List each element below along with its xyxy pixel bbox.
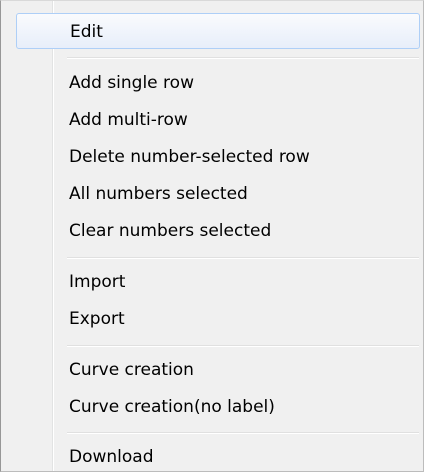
menu-item-label: Curve creation [69, 360, 194, 380]
menu-item-label: Edit [70, 22, 103, 42]
menu-item-label: Import [69, 272, 126, 292]
menu-item-label: Clear numbers selected [69, 221, 272, 241]
menu-item-label: Curve creation(no label) [69, 397, 275, 417]
context-menu: Edit Add single row Add multi-row Delete… [0, 0, 424, 472]
menu-separator [67, 57, 419, 59]
menu-item-edit[interactable]: Edit [16, 13, 420, 49]
menu-item-label: Export [69, 309, 125, 329]
menu-item-label: Delete number-selected row [69, 147, 310, 167]
menu-item-clear-numbers-selected[interactable]: Clear numbers selected [19, 214, 420, 248]
menu-item-curve-creation-no-label[interactable]: Curve creation(no label) [19, 390, 420, 424]
menu-separator [67, 257, 419, 259]
menu-item-import[interactable]: Import [19, 265, 420, 299]
menu-item-label: Add multi-row [69, 110, 188, 130]
menu-item-all-numbers-selected[interactable]: All numbers selected [19, 177, 420, 211]
menu-item-add-multi-row[interactable]: Add multi-row [19, 103, 420, 137]
menu-item-label: Download [69, 447, 154, 467]
menu-separator [67, 345, 419, 347]
menu-item-curve-creation[interactable]: Curve creation [19, 353, 420, 387]
menu-item-label: All numbers selected [69, 184, 248, 204]
menu-separator [67, 432, 419, 434]
menu-item-label: Add single row [69, 73, 194, 93]
menu-item-export[interactable]: Export [19, 302, 420, 336]
menu-item-download[interactable]: Download [19, 440, 420, 471]
menu-item-delete-number-selected-row[interactable]: Delete number-selected row [19, 140, 420, 174]
menu-item-add-single-row[interactable]: Add single row [19, 66, 420, 100]
